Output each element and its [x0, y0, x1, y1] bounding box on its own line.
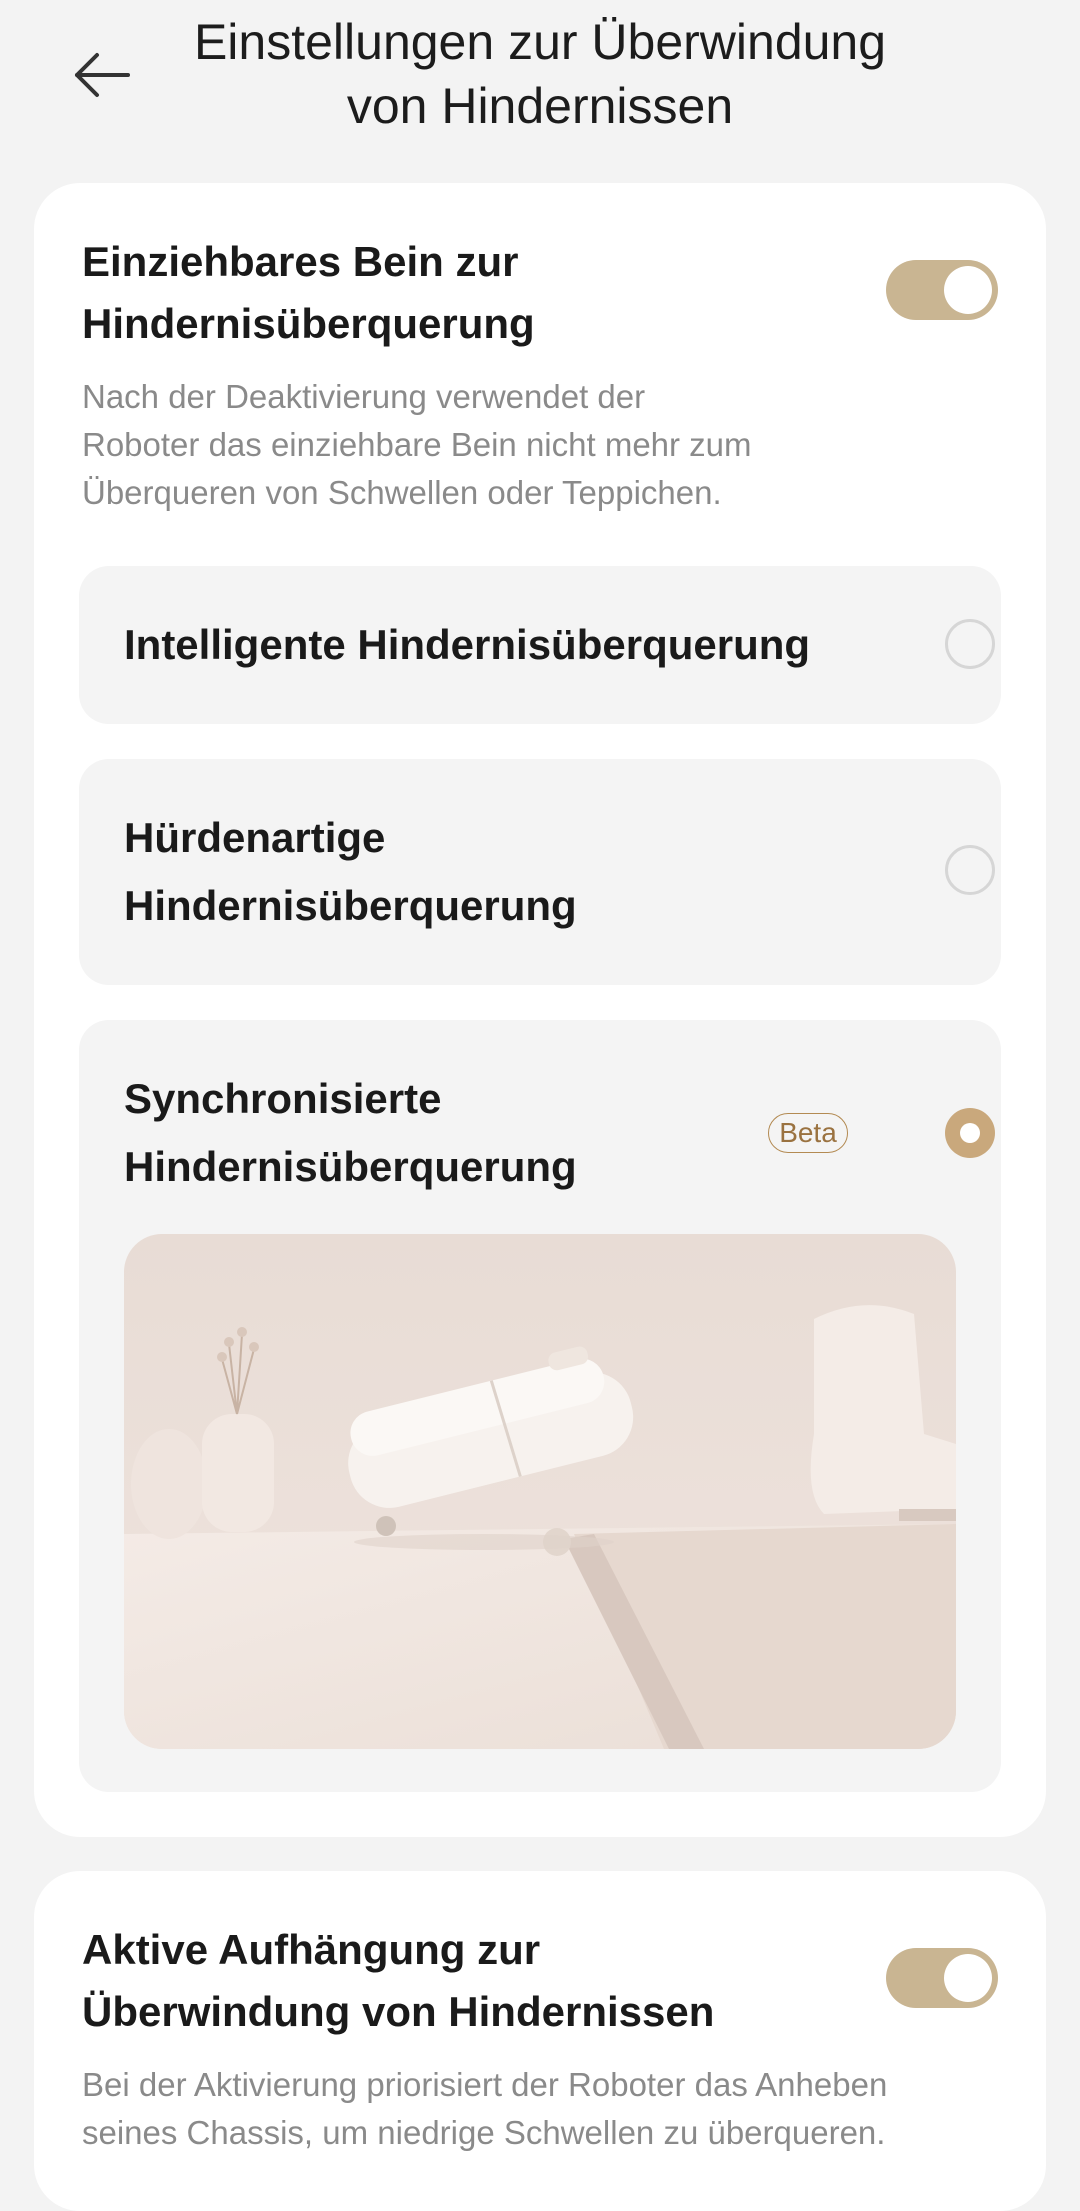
header: Einstellungen zur Überwindung von Hinder… [0, 0, 1080, 170]
option-label-line2: Hindernisüberquerung [124, 882, 577, 929]
description-line2: Roboter das einziehbare Bein nicht mehr … [82, 426, 752, 463]
description-line2: seines Chassis, um niedrige Schwellen zu… [82, 2114, 886, 2151]
option-label-line2: Hindernisüberquerung [124, 1143, 577, 1190]
option-hurdle-crossing[interactable]: Hürdenartige Hindernisüberquerung [79, 759, 1001, 985]
arrow-left-icon [75, 53, 130, 97]
toggle-knob [944, 1954, 992, 2002]
active-suspension-toggle[interactable] [886, 1948, 998, 2008]
page-title-line1: Einstellungen zur Überwindung [193, 14, 887, 70]
active-suspension-description: Bei der Aktivierung priorisiert der Robo… [82, 2061, 982, 2157]
page-title-line2: von Hindernissen [346, 78, 734, 134]
robot-crossing-illustration [124, 1234, 956, 1749]
retractable-leg-title: Einziehbares Bein zur Hindernisüberqueru… [82, 231, 862, 355]
description-line1: Bei der Aktivierung priorisiert der Robo… [82, 2066, 888, 2103]
retractable-leg-title-line1: Einziehbares Bein zur [82, 238, 519, 285]
option-label: Hürdenartige Hindernisüberquerung [124, 804, 724, 940]
retractable-leg-description: Nach der Deaktivierung verwendet der Rob… [82, 373, 802, 517]
radio-intelligent-crossing[interactable] [945, 619, 995, 669]
option-label: Synchronisierte Hindernisüberquerung [124, 1065, 724, 1201]
toggle-knob [944, 266, 992, 314]
option-label-line1: Hürdenartige [124, 814, 386, 861]
active-suspension-title-line2: Überwindung von Hindernissen [82, 1988, 715, 2035]
description-line1: Nach der Deaktivierung verwendet der [82, 378, 646, 415]
beta-badge: Beta [768, 1113, 848, 1153]
active-suspension-title: Aktive Aufhängung zur Überwindung von Hi… [82, 1919, 862, 2043]
active-suspension-card: Aktive Aufhängung zur Überwindung von Hi… [34, 1871, 1046, 2211]
option-label-line1: Synchronisierte [124, 1075, 442, 1122]
page-title: Einstellungen zur Überwindung von Hinder… [150, 10, 930, 138]
robot-vacuum-image [124, 1234, 956, 1749]
retractable-leg-toggle[interactable] [886, 260, 998, 320]
radio-hurdle-crossing[interactable] [945, 845, 995, 895]
option-label: Intelligente Hindernisüberquerung [124, 621, 811, 668]
back-button[interactable] [70, 40, 140, 110]
retractable-leg-card: Einziehbares Bein zur Hindernisüberqueru… [34, 183, 1046, 1837]
option-intelligent-crossing[interactable]: Intelligente Hindernisüberquerung [79, 566, 1001, 724]
radio-synchronized-crossing[interactable] [945, 1108, 995, 1158]
retractable-leg-title-line2: Hindernisüberquerung [82, 300, 535, 347]
active-suspension-title-line1: Aktive Aufhängung zur [82, 1926, 541, 1973]
description-line3: Überqueren von Schwellen oder Teppichen. [82, 474, 722, 511]
